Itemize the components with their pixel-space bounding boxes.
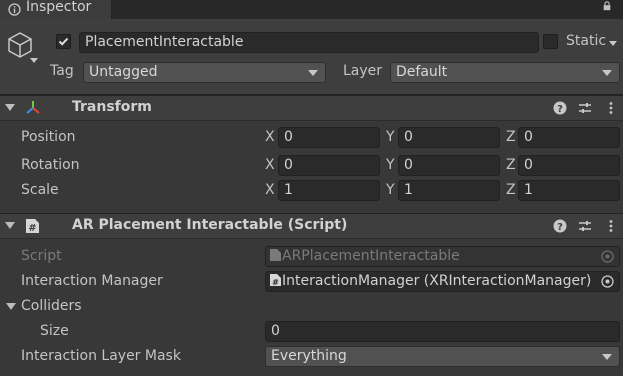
svg-text:?: ?	[557, 222, 563, 233]
script-file-icon: #	[270, 274, 281, 287]
chevron-down-icon	[308, 70, 318, 76]
field-value: 0	[524, 157, 533, 173]
script-value: ARPlacementInteractable	[282, 248, 460, 264]
object-picker-icon	[601, 250, 614, 263]
axis-y-label: Y	[386, 157, 395, 173]
object-picker-icon[interactable]	[601, 275, 614, 288]
component-enabled-spacer	[48, 219, 63, 234]
position-x-field[interactable]: 0	[278, 127, 380, 148]
axis-x-label: X	[265, 157, 275, 173]
script-object-field: ARPlacementInteractable	[265, 246, 620, 267]
static-checkbox[interactable]	[543, 34, 558, 49]
size-value: 0	[271, 323, 280, 339]
script-component-title: AR Placement Interactable (Script)	[72, 217, 348, 233]
help-icon[interactable]: ?	[553, 101, 567, 115]
tab-inspector[interactable]: Inspector	[0, 0, 112, 19]
more-options-icon[interactable]	[604, 219, 618, 233]
chevron-down-icon	[602, 354, 612, 360]
field-value: 0	[404, 129, 413, 145]
position-y-field[interactable]: 0	[398, 127, 500, 148]
scale-x-field[interactable]: 1	[278, 180, 380, 201]
rotation-y-field[interactable]: 0	[398, 155, 500, 176]
gameobject-header: PlacementInteractable Static Tag Untagge…	[0, 19, 623, 95]
foldout-arrow[interactable]	[5, 104, 15, 111]
checkmark-icon	[58, 37, 69, 46]
tag-label: Tag	[50, 63, 74, 79]
scale-z-field[interactable]: 1	[518, 180, 620, 201]
icon-dropdown-arrow[interactable]	[30, 58, 38, 63]
static-label: Static	[566, 33, 607, 49]
interaction-manager-field[interactable]: # InteractionManager (XRInteractionManag…	[265, 271, 620, 292]
colliders-label[interactable]: Colliders	[21, 298, 82, 314]
layer-mask-value: Everything	[271, 348, 347, 364]
chevron-down-icon	[602, 70, 612, 76]
layer-value: Default	[396, 64, 448, 80]
tab-bar: Inspector	[0, 0, 623, 19]
axis-y-label: Y	[386, 129, 395, 145]
more-options-icon[interactable]	[604, 101, 618, 115]
interaction-manager-value: InteractionManager (XRInteractionManager…	[282, 273, 592, 289]
field-value: 0	[524, 129, 533, 145]
rotation-label: Rotation	[21, 157, 80, 173]
tab-label: Inspector	[26, 0, 92, 15]
script-file-icon: #	[26, 219, 39, 234]
lock-icon[interactable]	[602, 1, 612, 11]
field-value: 0	[404, 157, 413, 173]
size-field[interactable]: 0	[265, 321, 620, 342]
gameobject-cube-icon[interactable]	[6, 30, 34, 58]
active-checkbox[interactable]	[56, 34, 71, 49]
position-label: Position	[21, 129, 76, 145]
field-value: 1	[404, 182, 413, 198]
colliders-foldout-arrow[interactable]	[6, 303, 16, 310]
help-icon[interactable]: ?	[553, 219, 567, 233]
transform-header[interactable]: Transform ?	[0, 95, 623, 121]
svg-text:?: ?	[557, 104, 563, 115]
rotation-x-field[interactable]: 0	[278, 155, 380, 176]
axis-x-label: X	[265, 129, 275, 145]
layer-label: Layer	[343, 63, 383, 79]
static-dropdown-arrow[interactable]	[609, 41, 617, 46]
scale-y-field[interactable]: 1	[398, 180, 500, 201]
presets-icon[interactable]	[578, 101, 592, 115]
size-label: Size	[40, 323, 69, 339]
tag-dropdown[interactable]: Untagged	[83, 62, 326, 83]
object-name-text: PlacementInteractable	[85, 34, 244, 50]
field-value: 1	[284, 182, 293, 198]
field-value: 0	[284, 129, 293, 145]
interaction-layer-mask-dropdown[interactable]: Everything	[265, 346, 620, 367]
tag-value: Untagged	[89, 64, 158, 80]
scale-label: Scale	[21, 182, 59, 198]
field-value: 1	[524, 182, 533, 198]
transform-title: Transform	[72, 99, 152, 115]
field-value: 0	[284, 157, 293, 173]
transform-axes-icon	[26, 101, 40, 114]
presets-icon[interactable]	[578, 219, 592, 233]
interaction-layer-mask-label: Interaction Layer Mask	[21, 348, 181, 364]
rotation-z-field[interactable]: 0	[518, 155, 620, 176]
position-z-field[interactable]: 0	[518, 127, 620, 148]
axis-z-label: Z	[506, 129, 516, 145]
script-component-header[interactable]: # AR Placement Interactable (Script) ?	[0, 213, 623, 239]
layer-dropdown[interactable]: Default	[390, 62, 620, 83]
svg-text:#: #	[28, 223, 36, 234]
info-icon	[8, 3, 21, 16]
axis-z-label: Z	[506, 182, 516, 198]
svg-text:#: #	[272, 278, 279, 287]
script-label: Script	[21, 248, 62, 264]
axis-x-label: X	[265, 182, 275, 198]
interaction-manager-label: Interaction Manager	[21, 273, 163, 289]
script-file-icon	[270, 249, 281, 261]
axis-z-label: Z	[506, 157, 516, 173]
object-name-field[interactable]: PlacementInteractable	[79, 32, 539, 53]
axis-y-label: Y	[386, 182, 395, 198]
foldout-arrow[interactable]	[5, 222, 15, 229]
